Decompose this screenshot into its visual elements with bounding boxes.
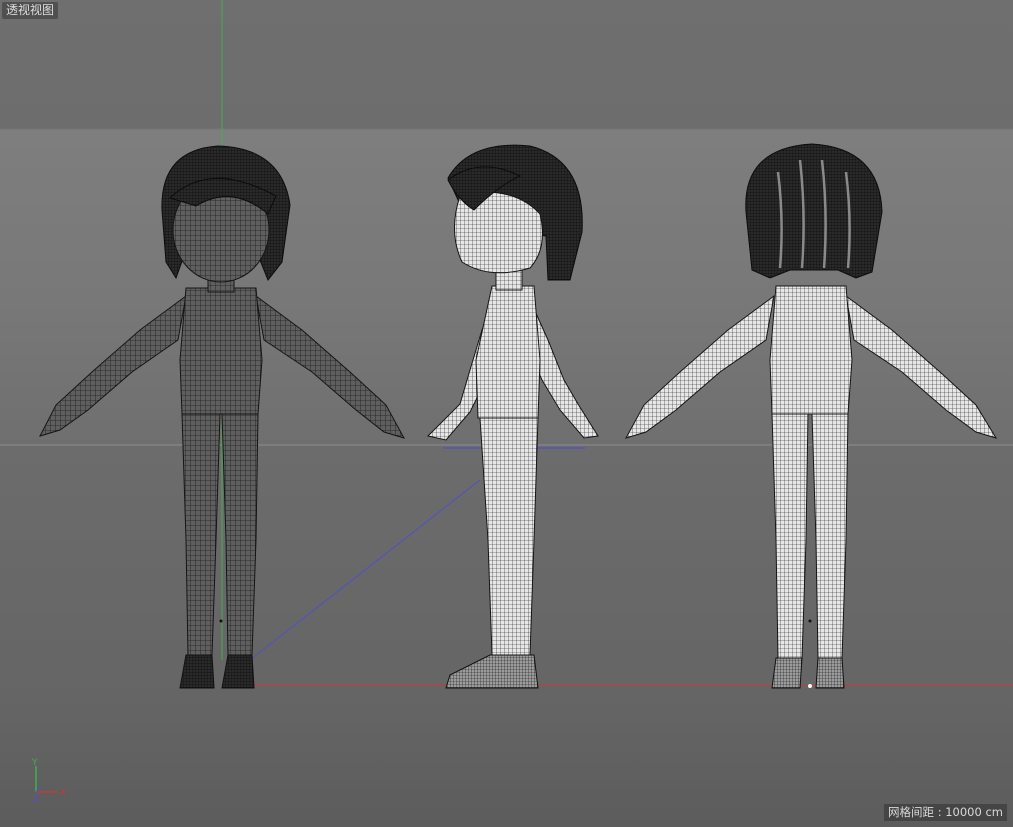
gizmo-x-label: X: [60, 788, 66, 798]
front-left-shoe: [179, 654, 215, 689]
back-right-shoe: [815, 657, 845, 689]
front-right-leg: [221, 413, 259, 656]
front-left-leg: [181, 413, 221, 656]
front-right-arm: [255, 294, 406, 439]
front-torso: [179, 287, 263, 415]
pivot-dot: [808, 684, 812, 688]
character-side-view[interactable]: [427, 144, 599, 689]
axis-gizmo: Y X Z: [31, 758, 66, 805]
back-torso: [769, 285, 853, 415]
character-back-view[interactable]: [624, 143, 998, 689]
side-shoes: [445, 654, 539, 689]
grid-spacing-readout: 网格间距 : 10000 cm: [884, 804, 1007, 821]
side-legs: [479, 417, 539, 656]
perspective-viewport[interactable]: 透视视图 Y X Z 网格间距 : 10000 cm: [0, 0, 1013, 827]
pivot-dot: [808, 619, 812, 623]
pivot-dot: [219, 619, 223, 623]
viewport-title[interactable]: 透视视图: [2, 2, 59, 19]
back-left-leg: [771, 413, 809, 659]
gizmo-z-label: Z: [33, 795, 39, 805]
scene-canvas[interactable]: [0, 0, 1013, 827]
back-right-arm: [845, 294, 998, 439]
gizmo-y-label: Y: [31, 758, 38, 768]
back-left-arm: [624, 294, 775, 439]
side-torso: [475, 285, 541, 419]
back-hair: [745, 143, 883, 279]
back-right-leg: [811, 413, 849, 659]
back-left-shoe: [771, 657, 803, 689]
front-left-arm: [39, 294, 187, 437]
front-right-shoe: [221, 654, 255, 689]
z-axis-line: [249, 479, 481, 661]
